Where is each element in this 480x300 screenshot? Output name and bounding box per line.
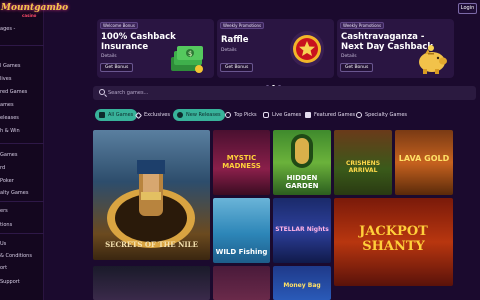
game-title: LAVA GOLD [398,154,450,163]
game-tile-mystic-madness[interactable]: MYSTIC MADNESS [213,130,270,195]
game-tile-wild-fishing[interactable]: WILD Fishing [213,198,270,263]
game-tile-hidden-garden[interactable]: HIDDEN GARDEN [273,130,331,195]
promo-title-line: Raffle [221,35,249,45]
sidebar-item-games[interactable]: ames [0,102,14,108]
game-title: HIDDEN GARDEN [285,174,319,190]
sidebar-item-offers[interactable]: ers [0,208,8,214]
promo-details-link[interactable]: Details [221,48,237,53]
tab-label: Live Games [272,112,302,118]
promo-details-link[interactable]: Details [101,54,117,59]
piggy-bank-icon [419,45,447,74]
game-tile-lava-gold[interactable]: LAVA GOLD [395,130,453,195]
chip-icon [356,112,362,118]
game-tile[interactable] [213,266,270,300]
sidebar-item-live-support[interactable]: Support [0,279,20,285]
search-icon [99,89,105,95]
sidebar-item-exclusives[interactable]: lives [0,76,11,82]
star-coin-icon [290,31,324,67]
search-input[interactable] [108,86,468,100]
tab-all-games[interactable]: All Games [95,109,138,121]
game-title: Money Bag [283,282,321,289]
game-tile[interactable] [93,266,210,300]
sidebar-item-specialty-games[interactable]: alty Games [0,190,28,196]
tab-label: Featured Games [314,112,356,118]
tab-label: Exclusives [144,112,170,118]
sidebar-item-terms-conditions[interactable]: & Conditions [0,253,32,259]
promo-title-line: Cashtravaganza - [341,32,425,42]
tab-specialty-games[interactable]: Specialty Games [356,109,407,121]
tab-new-releases[interactable]: New Releases [173,109,225,121]
promo-title: 100% Cashback Insurance [101,32,176,52]
promo-details-link[interactable]: Details [341,54,357,59]
svg-text:$: $ [188,50,192,58]
game-tile-crishens-arrival[interactable]: CRISHENS ARRIVAL [334,130,392,195]
tab-featured-games[interactable]: Featured Games [305,109,355,121]
sidebar-item-featured-games[interactable]: red Games [0,89,27,95]
promo-title: Raffle [221,35,249,45]
promo-title-line: 100% Cashback [101,32,176,42]
sidebar-divider [0,143,44,144]
game-tile-secrets-of-the-nile[interactable]: SECRETS OF THE NILE [93,130,210,260]
tab-label: All Games [108,112,134,118]
game-title: STELLAR Nights [275,226,329,233]
tab-label: New Releases [186,112,221,118]
sidebar-divider [0,201,44,202]
thumb-icon [225,112,231,118]
sidebar-item-table-games[interactable]: Games [0,152,18,158]
game-tile-stellar-nights[interactable]: STELLAR Nights [273,198,331,263]
brand-logo-sub: casino [22,13,37,18]
chat-icon [263,112,269,118]
tab-live-games[interactable]: Live Games [263,109,301,121]
search-bar [93,86,476,100]
game-title: CRISHENS ARRIVAL [345,160,381,174]
tab-label: Top Picks [234,112,257,118]
sidebar-item-all-games[interactable]: l Games [0,63,20,69]
sidebar-item-poker[interactable]: Poker [0,178,14,184]
sidebar-divider [0,233,44,234]
promo-badge: Weekly Promotions [220,22,265,29]
promo-card-raffle[interactable]: Weekly Promotions Raffle Details Get Bon… [217,19,334,78]
grid-icon [99,112,105,118]
puzzle-icon [305,112,311,118]
game-tile-jackpot-shanty[interactable]: JACKPOT SHANTY [334,198,453,286]
promo-badge: Welcome Bonus [100,22,138,29]
sidebar-item-cash-win[interactable]: h & Win [0,128,20,134]
promo-badge: Weekly Promotions [340,22,385,29]
sidebar-item-promotions[interactable]: tions [0,222,12,228]
sidebar-item-about-us[interactable]: Us [0,241,6,247]
tab-top-picks[interactable]: Top Picks [225,109,257,121]
promo-card-cashtravaganza[interactable]: Weekly Promotions Cashtravaganza - Next … [337,19,454,78]
game-title: JACKPOT SHANTY [359,224,428,254]
login-button[interactable]: Login [458,3,477,14]
promo-title-line: Insurance [101,42,149,52]
sidebar: Mountgambo casino ages - l Games lives r… [0,0,68,300]
sidebar-divider [0,45,44,46]
sparkle-icon [177,112,183,118]
game-title: WILD Fishing [215,248,268,256]
tab-label: Specialty Games [365,112,408,118]
sidebar-item-support[interactable]: ort [0,265,7,271]
sidebar-item-pages[interactable]: ages - [0,26,15,32]
tab-exclusives[interactable]: Exclusives [134,109,170,121]
game-title: MYSTIC MADNESS [222,154,261,170]
diamond-icon [134,111,143,119]
game-title: SECRETS OF THE NILE [105,240,198,249]
sidebar-item-card[interactable]: rd [0,165,5,171]
game-tile-money-bag[interactable]: Money Bag [273,266,331,300]
promo-card-cashback[interactable]: Welcome Bonus 100% Cashback Insurance De… [97,19,214,78]
cash-stack-icon: $ [171,46,203,73]
brand-logo[interactable]: Mountgambo [1,3,68,13]
game-art [291,134,313,168]
get-bonus-button[interactable]: Get Bonus [100,63,134,72]
sidebar-item-new-releases[interactable]: eleases [0,115,19,121]
get-bonus-button[interactable]: Get Bonus [340,63,374,72]
get-bonus-button[interactable]: Get Bonus [220,63,254,72]
